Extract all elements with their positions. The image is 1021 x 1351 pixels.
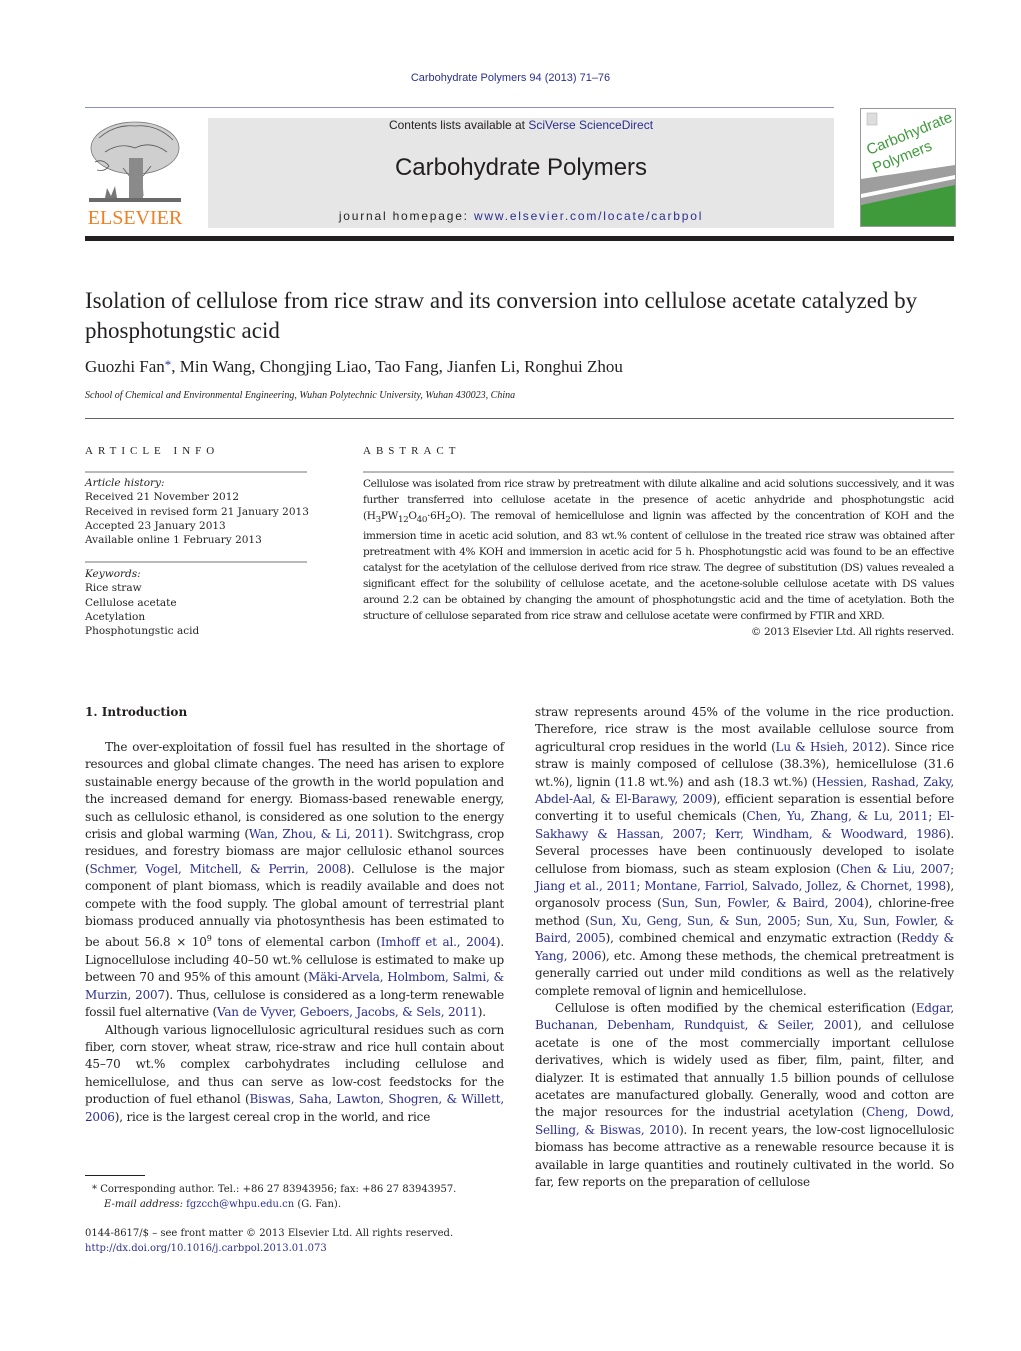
email-label: E-mail address:	[104, 1199, 187, 1210]
history-accepted: Accepted 23 January 2013	[85, 519, 226, 532]
abstract-text: PW	[380, 510, 399, 522]
abstract-heading: ABSTRACT	[363, 445, 461, 457]
citation-link[interactable]: Van de Vyver, Geboers, Jacobs, & Sels, 2…	[217, 1005, 478, 1019]
corresponding-info: Corresponding author. Tel.: +86 27 83943…	[100, 1184, 457, 1195]
elsevier-logo[interactable]: ELSEVIER	[85, 118, 185, 230]
keyword: Acetylation	[85, 610, 146, 623]
body-text: Cellulose is often modified by the chemi…	[555, 1000, 916, 1015]
contents-line: Contents lists available at SciVerse Sci…	[208, 118, 834, 132]
journal-homepage: journal homepage: www.elsevier.com/locat…	[208, 209, 834, 223]
article-history: Article history: Received 21 November 20…	[85, 476, 310, 547]
citation-link[interactable]: Sun, Sun, Fowler, & Baird, 2004	[662, 896, 865, 910]
sciencedirect-link[interactable]: SciVerse ScienceDirect	[528, 118, 653, 132]
abstract-rule	[363, 471, 954, 473]
keyword: Phosphotungstic acid	[85, 625, 200, 638]
history-received: Received 21 November 2012	[85, 491, 240, 504]
homepage-label: journal homepage:	[338, 209, 474, 223]
journal-cover-thumbnail[interactable]: Carbohydrate Polymers	[860, 108, 956, 227]
citation-link[interactable]: Schmer, Vogel, Mitchell, & Perrin, 2008	[89, 862, 346, 876]
author-list: Guozhi Fan*, Min Wang, Chongjing Liao, T…	[85, 357, 623, 377]
doi-link[interactable]: http://dx.doi.org/10.1016/j.carbpol.2013…	[85, 1243, 327, 1254]
contents-prefix: Contents lists available at	[388, 118, 529, 132]
abstract-text: O	[408, 510, 417, 522]
front-matter-text: 0144-8617/$ – see front matter © 2013 El…	[85, 1228, 454, 1239]
paragraph: straw represents around 45% of the volum…	[535, 704, 954, 1000]
abstract-body: Cellulose was isolated from rice straw b…	[363, 476, 954, 640]
title-rule	[85, 418, 954, 419]
keyword: Cellulose acetate	[85, 596, 177, 609]
abstract-text: O). The removal of hemicellulose and lig…	[363, 510, 954, 623]
elsevier-tree-icon	[89, 121, 181, 202]
author-corresponding: Guozhi Fan	[85, 357, 165, 376]
body-text: ), rice is the largest cereal crop in th…	[114, 1109, 431, 1124]
abstract-copyright: © 2013 Elsevier Ltd. All rights reserved…	[750, 626, 954, 639]
keywords: Keywords: Rice straw Cellulose acetate A…	[85, 567, 310, 638]
body-text: tons of elemental carbon (	[211, 935, 381, 950]
footnote-mark: *	[92, 1184, 97, 1195]
keyword: Rice straw	[85, 582, 142, 595]
citation-link[interactable]: Wan, Zhou, & Li, 2011	[249, 827, 385, 841]
front-matter: 0144-8617/$ – see front matter © 2013 El…	[85, 1226, 515, 1256]
citation-link[interactable]: Imhoff et al., 2004	[381, 935, 496, 949]
abstract-text: ·6H	[427, 510, 446, 522]
homepage-link[interactable]: www.elsevier.com/locate/carbpol	[474, 209, 703, 223]
article-info-rule	[85, 471, 307, 473]
body-text: ).	[477, 1005, 486, 1020]
keywords-rule	[85, 561, 307, 563]
left-column: The over-exploitation of fossil fuel has…	[85, 739, 504, 1126]
journal-banner: Contents lists available at SciVerse Sci…	[208, 118, 834, 228]
email-suffix: (G. Fan).	[294, 1199, 341, 1210]
author-others: , Min Wang, Chongjing Liao, Tao Fang, Ji…	[171, 357, 623, 376]
elsevier-wordmark: ELSEVIER	[87, 207, 183, 229]
header-thick-rule	[85, 236, 954, 241]
email-link[interactable]: fgzcch@whpu.edu.cn	[186, 1199, 294, 1210]
journal-citation[interactable]: Carbohydrate Polymers 94 (2013) 71–76	[0, 72, 1021, 84]
journal-title: Carbohydrate Polymers	[394, 154, 648, 181]
abstract-paragraph: Cellulose was isolated from rice straw b…	[363, 476, 954, 624]
section-heading-introduction: 1. Introduction	[85, 705, 188, 719]
body-text: ), combined chemical and enzymatic extra…	[605, 931, 902, 946]
right-column: straw represents around 45% of the volum…	[535, 704, 954, 1191]
citation-link[interactable]: Lu & Hsieh, 2012	[776, 740, 883, 754]
paragraph: The over-exploitation of fossil fuel has…	[85, 739, 504, 1022]
footnote-rule	[85, 1175, 145, 1176]
affiliation: School of Chemical and Environmental Eng…	[85, 390, 516, 401]
history-online: Available online 1 February 2013	[85, 534, 262, 547]
header-rule	[85, 107, 834, 108]
journal-cover-icon: Carbohydrate Polymers	[861, 109, 955, 226]
article-info-heading: ARTICLE INFO	[85, 445, 220, 457]
article-history-label: Article history:	[85, 477, 165, 489]
subscript: 12	[397, 515, 409, 526]
article-title: Isolation of cellulose from rice straw a…	[85, 288, 918, 343]
body-text: The over-exploitation of fossil fuel has…	[85, 740, 504, 842]
history-revised: Received in revised form 21 January 2013	[85, 505, 309, 518]
keywords-label: Keywords:	[85, 568, 141, 580]
subscript: 40	[416, 515, 428, 526]
corresponding-footnote: * Corresponding author. Tel.: +86 27 839…	[92, 1182, 512, 1212]
paragraph: Cellulose is often modified by the chemi…	[535, 1000, 954, 1191]
paragraph: Although various lignocellulosic agricul…	[85, 1022, 504, 1126]
